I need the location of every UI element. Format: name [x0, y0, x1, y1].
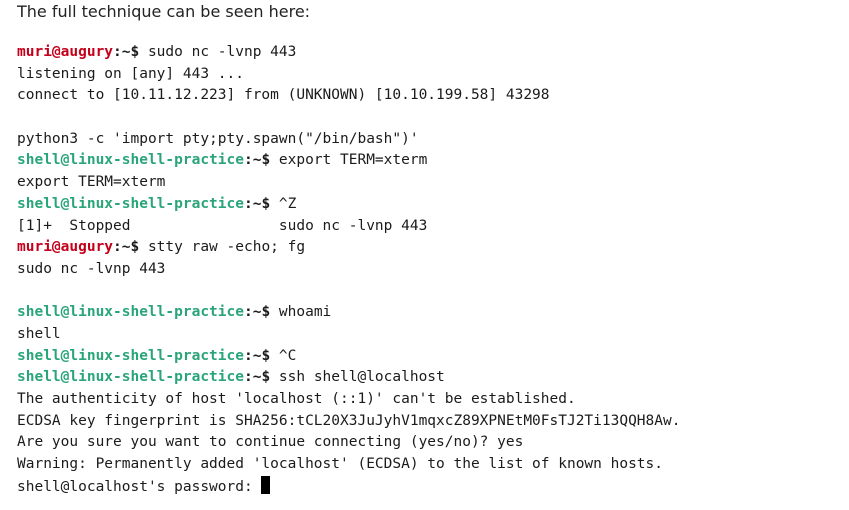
prompt-line: shell@linux-shell-practice:~$ whoami: [17, 302, 837, 324]
output-text: ECDSA key fingerprint is SHA256:tCL20X3J…: [17, 412, 681, 429]
output-line: Are you sure you want to continue connec…: [17, 432, 837, 454]
prompt-line: shell@linux-shell-practice:~$ ^C: [17, 346, 837, 368]
prompt-suffix: :~$: [243, 195, 279, 212]
output-text: shell: [17, 325, 61, 342]
output-line: listening on [any] 443 ...: [17, 64, 837, 86]
output-line: sudo nc -lvnp 443: [17, 259, 837, 281]
output-line: Warning: Permanently added 'localhost' (…: [17, 454, 837, 476]
output-text: sudo nc -lvnp 443: [17, 260, 166, 277]
prompt-suffix: :~$: [243, 152, 279, 169]
prompt-line: muri@augury:~$ sudo nc -lvnp 443: [17, 42, 837, 64]
command-text: ^C: [278, 347, 297, 364]
prompt-suffix: :~$: [113, 239, 148, 256]
output-line: [1]+ Stopped sudo nc -lvnp 443: [17, 216, 837, 238]
command-text: whoami: [278, 304, 332, 321]
terminal-output[interactable]: muri@augury:~$ sudo nc -lvnp 443 listenin…: [17, 42, 837, 497]
attacker-prompt: muri@augury: [17, 44, 114, 60]
output-text: export TERM=xterm: [17, 174, 166, 191]
shell-prompt: shell@linux-shell-practice: [17, 369, 244, 386]
shell-prompt: shell@linux-shell-practice: [17, 347, 244, 364]
output-text: [1]+ Stopped sudo nc -lvnp 443: [17, 217, 428, 234]
output-line: connect to [10.11.12.223] from (UNKNOWN)…: [17, 85, 837, 107]
prompt-suffix: :~$: [113, 44, 148, 60]
attacker-prompt: muri@augury: [17, 239, 114, 256]
command-text: export TERM=xterm: [278, 152, 428, 169]
shell-prompt: shell@linux-shell-practice: [17, 304, 244, 321]
output-line: shell@localhost's password:: [17, 475, 837, 498]
output-text: python3 -c 'import pty;pty.spawn("/bin/b…: [17, 130, 419, 147]
command-text: ^Z: [278, 195, 297, 212]
output-line: export TERM=xterm: [17, 172, 837, 194]
output-text: listening on [any] 443 ...: [17, 65, 244, 82]
output-line: ECDSA key fingerprint is SHA256:tCL20X3J…: [17, 411, 837, 433]
output-line: python3 -c 'import pty;pty.spawn("/bin/b…: [17, 129, 837, 151]
text-cursor: [261, 475, 271, 494]
shell-prompt: shell@linux-shell-practice: [17, 195, 244, 212]
prompt-line: shell@linux-shell-practice:~$ export TER…: [17, 150, 837, 172]
prompt-suffix: :~$: [243, 347, 279, 364]
prompt-suffix: :~$: [243, 304, 279, 321]
output-text: Are you sure you want to continue connec…: [17, 434, 524, 451]
output-text: Warning: Permanently added 'localhost' (…: [17, 456, 664, 473]
output-line: shell: [17, 324, 837, 346]
prompt-line: muri@augury:~$ stty raw -echo; fg: [17, 237, 837, 259]
output-text: connect to [10.11.12.223] from (UNKNOWN)…: [17, 87, 550, 104]
command-text: ssh shell@localhost: [278, 369, 445, 386]
output-text: The authenticity of host 'localhost (::1…: [17, 391, 576, 407]
output-line: The authenticity of host 'localhost (::1…: [17, 389, 837, 411]
prompt-suffix: :~$: [243, 369, 279, 386]
command-text: stty raw -echo; fg: [147, 239, 306, 256]
intro-text: The full technique can be seen here:: [17, 2, 311, 21]
prompt-line: shell@linux-shell-practice:~$ ssh shell@…: [17, 367, 837, 389]
shell-prompt: shell@linux-shell-practice: [17, 152, 244, 169]
prompt-line: shell@linux-shell-practice:~$ ^Z: [17, 194, 837, 216]
command-text: sudo nc -lvnp 443: [147, 44, 297, 60]
output-text: shell@localhost's password:: [17, 478, 262, 495]
